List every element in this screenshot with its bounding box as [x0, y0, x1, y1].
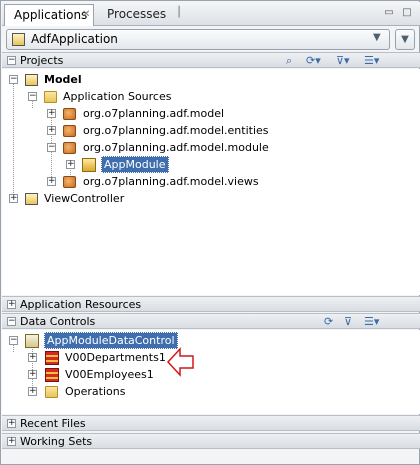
tree-node-viewcontroller[interactable]: + ViewController: [2, 190, 420, 207]
left-arrow-annotation-icon: [166, 347, 194, 377]
tree-node-package-model[interactable]: + org.o7planning.adf.model: [2, 105, 420, 122]
tree-node-label: org.o7planning.adf.model.views: [83, 175, 259, 188]
folder-icon: [45, 386, 58, 398]
collapse-icon[interactable]: −: [9, 75, 18, 84]
data-controls-label: Data Controls: [20, 315, 96, 328]
tree-node-departments[interactable]: + V00Departments1: [2, 349, 420, 366]
tab-applications-label: Applications: [14, 8, 88, 22]
view-object-icon: [45, 351, 59, 365]
expand-icon[interactable]: +: [7, 437, 16, 446]
application-name: AdfApplication: [31, 32, 118, 46]
collapse-icon[interactable]: −: [47, 143, 56, 152]
working-sets-header[interactable]: + Working Sets: [2, 433, 420, 449]
sync-icon[interactable]: ⟳▾: [306, 54, 321, 67]
expand-icon[interactable]: +: [47, 126, 56, 135]
view-options-icon[interactable]: ☰▾: [364, 54, 379, 67]
expand-icon[interactable]: +: [47, 177, 56, 186]
working-sets-label: Working Sets: [20, 435, 93, 448]
view-options-icon[interactable]: ☰▾: [364, 315, 379, 328]
package-icon: [63, 125, 76, 137]
projects-header-label: Projects: [20, 54, 64, 67]
tree-node-label-selected: AppModuleDataControl: [44, 332, 178, 349]
package-icon: [63, 176, 76, 188]
refresh-icon[interactable]: ⟳: [324, 315, 333, 328]
tree-node-label: org.o7planning.adf.model.module: [83, 141, 269, 154]
close-icon[interactable]: ✕: [82, 5, 90, 25]
application-icon: [12, 33, 25, 46]
collapse-icon[interactable]: −: [9, 336, 18, 345]
expand-icon[interactable]: +: [28, 370, 37, 379]
application-resources-label: Application Resources: [20, 298, 142, 311]
tree-node-employees[interactable]: + V00Employees1: [2, 366, 420, 383]
data-controls-header[interactable]: − Data Controls ⟳ ⊽ ☰▾: [2, 313, 420, 329]
expand-icon[interactable]: +: [9, 194, 18, 203]
search-icon[interactable]: ⌕: [286, 54, 292, 67]
filter-icon[interactable]: ⊽▾: [336, 54, 350, 67]
collapse-icon[interactable]: −: [7, 317, 16, 326]
data-controls-tree: − AppModuleDataControl + V00Departments1…: [2, 330, 420, 414]
projects-tree: − Model − Application Sources + org.o7pl…: [2, 69, 420, 295]
tree-node-operations[interactable]: + Operations: [2, 383, 420, 400]
application-resources-header[interactable]: + Application Resources: [2, 296, 420, 312]
tree-node-label: Application Sources: [63, 90, 172, 103]
project-icon: [25, 74, 38, 86]
package-icon: [63, 142, 76, 154]
chevron-down-icon: ▼: [401, 34, 409, 45]
minimize-icon[interactable]: ▭: [382, 7, 396, 20]
data-control-icon: [25, 334, 39, 348]
tree-node-label: V00Employees1: [65, 368, 154, 381]
application-navigator: Applications ✕ Processes │ ▭ □ AdfApplic…: [0, 0, 420, 465]
collapse-icon[interactable]: −: [28, 92, 37, 101]
tree-node-package-entities[interactable]: + org.o7planning.adf.model.entities: [2, 122, 420, 139]
tab-applications[interactable]: Applications ✕: [4, 4, 94, 26]
tab-processes[interactable]: Processes: [98, 4, 168, 26]
tree-node-label: ViewController: [44, 192, 125, 205]
tree-node-label: Model: [44, 73, 82, 86]
projects-header[interactable]: − Projects ⌕ ⟳▾ ⊽▾ ☰▾: [2, 52, 420, 68]
project-icon: [25, 193, 38, 205]
collapse-icon[interactable]: −: [7, 56, 16, 65]
recent-files-label: Recent Files: [20, 417, 86, 430]
expand-icon[interactable]: +: [66, 160, 75, 169]
package-icon: [63, 108, 76, 120]
expand-icon[interactable]: +: [7, 300, 16, 309]
chevron-down-icon[interactable]: ▼: [373, 32, 381, 43]
application-selector[interactable]: AdfApplication ▼: [6, 29, 390, 50]
tree-node-appmodule[interactable]: + AppModule: [2, 156, 420, 173]
tree-node-appmodule-datacontrol[interactable]: − AppModuleDataControl: [2, 332, 420, 349]
tree-node-model[interactable]: − Model: [2, 71, 420, 88]
tree-node-package-module[interactable]: − org.o7planning.adf.model.module: [2, 139, 420, 156]
tree-node-label: org.o7planning.adf.model: [83, 107, 225, 120]
view-object-icon: [45, 368, 59, 382]
tree-node-label-selected: AppModule: [101, 156, 169, 173]
tree-node-package-views[interactable]: + org.o7planning.adf.model.views: [2, 173, 420, 190]
expand-icon[interactable]: +: [47, 109, 56, 118]
maximize-icon[interactable]: □: [400, 7, 414, 20]
tab-separator-icon: │: [175, 7, 183, 18]
tree-node-application-sources[interactable]: − Application Sources: [2, 88, 420, 105]
tab-processes-label: Processes: [107, 7, 167, 21]
application-menu-button[interactable]: ▼: [395, 29, 415, 50]
application-module-icon: [82, 158, 96, 172]
expand-icon[interactable]: +: [7, 419, 16, 428]
filter-icon[interactable]: ⊽: [344, 315, 352, 328]
expand-icon[interactable]: +: [28, 387, 37, 396]
expand-icon[interactable]: +: [28, 353, 37, 362]
tree-node-label: V00Departments1: [65, 351, 166, 364]
tree-node-label: Operations: [65, 385, 126, 398]
folder-icon: [44, 91, 57, 103]
tab-bar: Applications ✕ Processes │ ▭ □: [2, 2, 420, 26]
recent-files-header[interactable]: + Recent Files: [2, 415, 420, 431]
tree-node-label: org.o7planning.adf.model.entities: [83, 124, 269, 137]
